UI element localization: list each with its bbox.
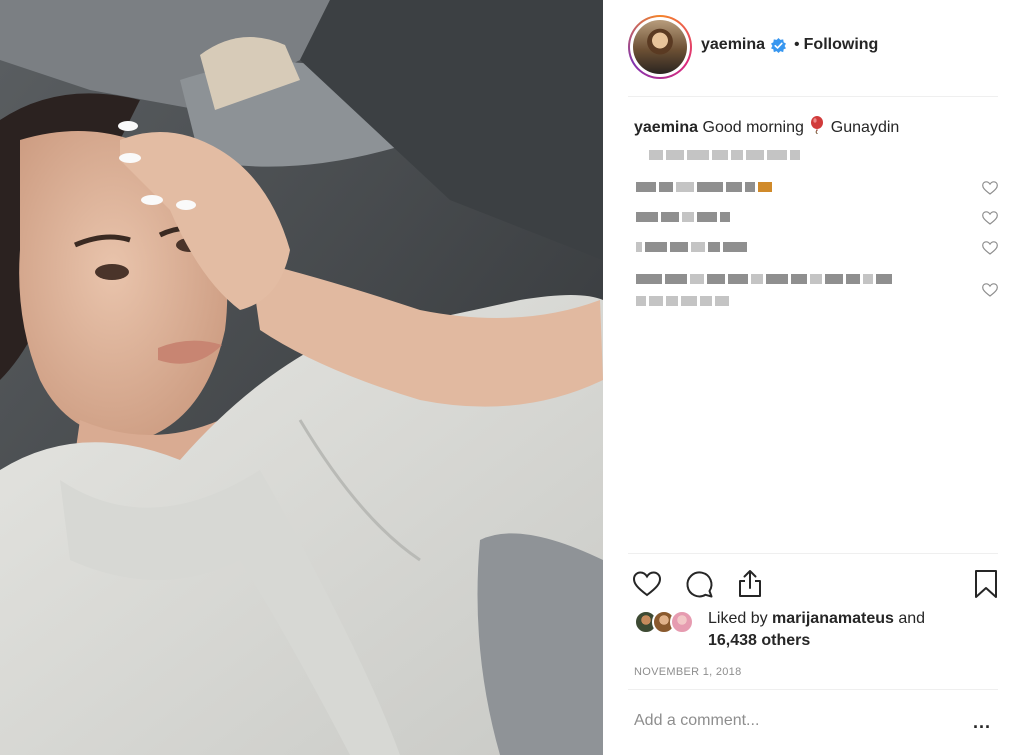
- liked-by-prefix: Liked by: [708, 610, 768, 627]
- comment-like-heart-icon[interactable]: [982, 211, 998, 225]
- comment-icon[interactable]: [683, 568, 715, 600]
- photo-illustration: [0, 0, 603, 755]
- post-side-panel: yaemina • Following yaemina Good morning…: [603, 0, 1024, 755]
- heart-icon[interactable]: [631, 568, 663, 600]
- comment-like-heart-icon[interactable]: [982, 241, 998, 255]
- username-link[interactable]: yaemina: [701, 36, 765, 54]
- post-caption: yaemina Good morning Gunaydin: [634, 116, 899, 138]
- comment-like-heart-icon[interactable]: [982, 181, 998, 195]
- bookmark-icon[interactable]: [970, 568, 1002, 600]
- post-header: yaemina • Following: [603, 0, 1024, 96]
- action-bar: [603, 560, 1024, 605]
- caption-text-1: Good morning: [702, 119, 804, 136]
- add-comment-input[interactable]: Add a comment...: [634, 712, 759, 730]
- profile-avatar[interactable]: [628, 15, 692, 79]
- comment-like-heart-icon[interactable]: [982, 283, 998, 297]
- liked-by-others-link[interactable]: 16,438 others: [708, 632, 810, 649]
- verified-badge-icon: [771, 37, 787, 53]
- share-icon[interactable]: [734, 568, 766, 600]
- separator-dot: •: [794, 36, 800, 53]
- liker-avatars[interactable]: [634, 608, 700, 636]
- post-photo[interactable]: [0, 0, 603, 755]
- blurred-caption-line: [649, 150, 800, 160]
- blurred-comment-continued: [636, 296, 729, 306]
- post-date[interactable]: NOVEMBER 1, 2018: [634, 666, 742, 678]
- header-divider: [628, 96, 998, 97]
- liker-avatar[interactable]: [670, 610, 694, 634]
- liked-by-user-link[interactable]: marijanamateus: [772, 610, 894, 627]
- more-options-button[interactable]: ...: [973, 712, 991, 733]
- blurred-comment: [636, 212, 730, 222]
- blurred-comment: [636, 182, 772, 192]
- blurred-comment: [636, 274, 892, 284]
- actions-divider: [628, 553, 998, 554]
- caption-text-2: Gunaydin: [830, 119, 900, 136]
- liked-by-and: and: [898, 610, 926, 627]
- balloon-emoji: [811, 116, 824, 134]
- likes-text: Liked by marijanamateus and 16,438 other…: [708, 608, 968, 652]
- caption-username[interactable]: yaemina: [634, 119, 698, 136]
- likes-summary: Liked by marijanamateus and 16,438 other…: [634, 608, 968, 652]
- comment-divider: [628, 689, 998, 690]
- username-row: yaemina • Following: [701, 36, 878, 54]
- blurred-comment: [636, 242, 747, 252]
- following-button[interactable]: Following: [804, 36, 879, 54]
